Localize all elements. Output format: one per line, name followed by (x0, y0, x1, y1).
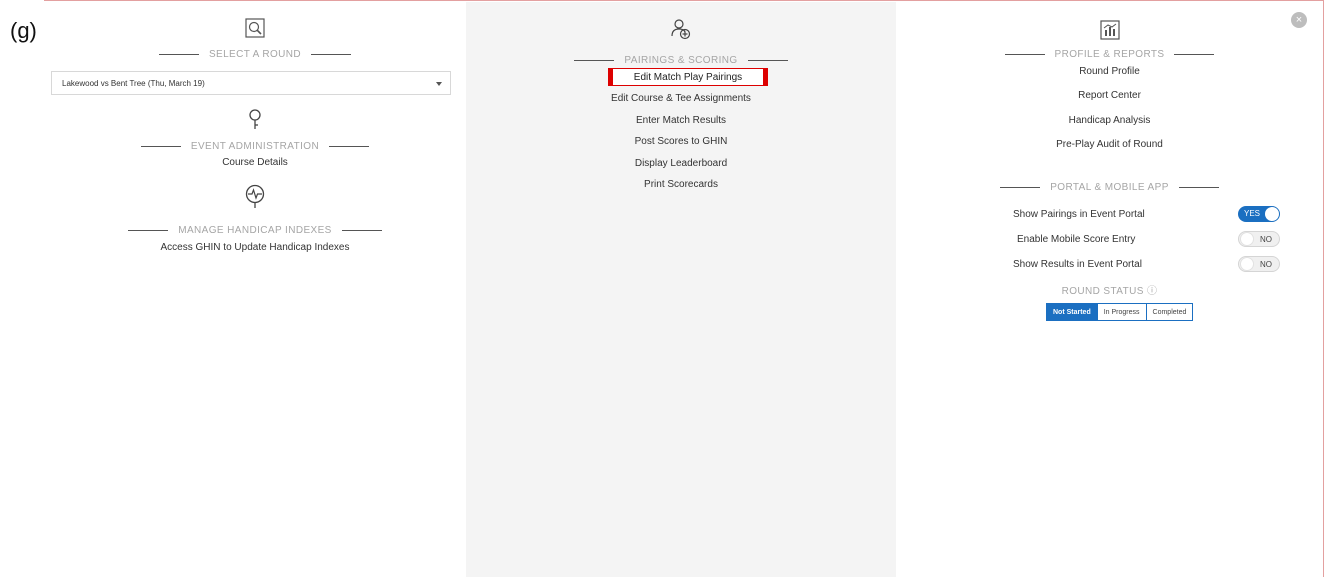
status-in-progress[interactable]: In Progress (1097, 304, 1147, 320)
select-round-title: SELECT A ROUND (44, 49, 466, 60)
round-status-selector: Not Started In Progress Completed (1046, 303, 1194, 321)
pulse-pin-icon (44, 184, 466, 210)
display-leaderboard-link[interactable]: Display Leaderboard (466, 158, 896, 170)
round-select[interactable]: Lakewood vs Bent Tree (Thu, March 19) (51, 71, 451, 95)
course-details-link[interactable]: Course Details (44, 157, 466, 169)
edit-match-play-pairings-link[interactable]: Edit Match Play Pairings (608, 68, 768, 86)
pairings-portal-toggle[interactable]: YES (1238, 206, 1280, 222)
toggle-row-mobile: Enable Mobile Score Entry NO (896, 231, 1323, 249)
handicap-title: MANAGE HANDICAP INDEXES (44, 225, 466, 236)
status-not-started[interactable]: Not Started (1047, 304, 1098, 320)
round-select-value: Lakewood vs Bent Tree (Thu, March 19) (62, 78, 205, 88)
key-icon (44, 109, 466, 131)
toggle-row-pairings: Show Pairings in Event Portal YES (896, 206, 1323, 224)
figure-label: (g) (10, 18, 37, 43)
enter-match-results-link[interactable]: Enter Match Results (466, 115, 896, 127)
round-status-label: ROUND STATUS ⓘ (1061, 286, 1158, 297)
add-user-icon (466, 18, 896, 40)
chevron-down-icon (436, 82, 442, 86)
right-column: PROFILE & REPORTS Round Profile Report C… (896, 2, 1323, 577)
magnifier-icon (44, 18, 466, 38)
left-column: SELECT A ROUND Lakewood vs Bent Tree (Th… (44, 2, 466, 577)
results-portal-toggle[interactable]: NO (1238, 256, 1280, 272)
event-admin-title: EVENT ADMINISTRATION (44, 141, 466, 152)
pre-play-audit-link[interactable]: Pre-Play Audit of Round (896, 139, 1323, 151)
round-profile-link[interactable]: Round Profile (896, 66, 1323, 78)
menu-panel: SELECT A ROUND Lakewood vs Bent Tree (Th… (44, 0, 1324, 577)
profile-title: PROFILE & REPORTS (896, 49, 1323, 60)
toggle-label: Show Results in Event Portal (1013, 259, 1142, 270)
access-ghin-link[interactable]: Access GHIN to Update Handicap Indexes (44, 242, 466, 254)
pairings-title: PAIRINGS & SCORING (466, 55, 896, 66)
handicap-analysis-link[interactable]: Handicap Analysis (896, 115, 1323, 127)
edit-course-tee-link[interactable]: Edit Course & Tee Assignments (466, 93, 896, 105)
toggle-row-results: Show Results in Event Portal NO (896, 256, 1323, 274)
info-icon[interactable]: ⓘ (1147, 286, 1157, 297)
toggle-label: Show Pairings in Event Portal (1013, 209, 1145, 220)
toggle-label: Enable Mobile Score Entry (1017, 234, 1136, 245)
status-completed[interactable]: Completed (1146, 304, 1193, 320)
close-icon[interactable]: × (1291, 12, 1307, 28)
report-center-link[interactable]: Report Center (896, 90, 1323, 102)
post-scores-link[interactable]: Post Scores to GHIN (466, 136, 896, 148)
print-scorecards-link[interactable]: Print Scorecards (466, 179, 896, 191)
middle-column: PAIRINGS & SCORING Edit Match Play Pairi… (466, 2, 896, 577)
mobile-score-toggle[interactable]: NO (1238, 231, 1280, 247)
report-chart-icon (896, 20, 1323, 40)
portal-title: PORTAL & MOBILE APP (896, 182, 1323, 193)
